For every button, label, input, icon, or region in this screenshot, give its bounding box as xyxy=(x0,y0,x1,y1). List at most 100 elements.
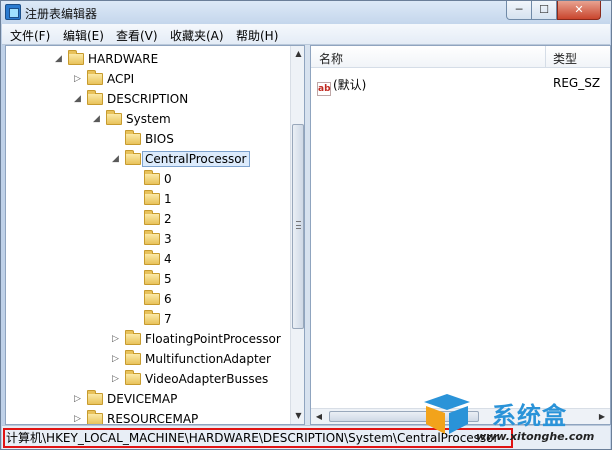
tree-node-label: 4 xyxy=(164,252,172,266)
watermark-name: 系统盒 xyxy=(492,402,567,430)
scroll-up-arrow-icon[interactable]: ▲ xyxy=(292,46,304,62)
tree-node[interactable]: ◢ System xyxy=(93,110,171,128)
column-type-header[interactable]: 类型 xyxy=(553,50,577,67)
tree-node[interactable]: ▷ DEVICEMAP xyxy=(74,390,178,408)
tree-node-label: 2 xyxy=(164,212,172,226)
tree-node[interactable]: ▷ VideoAdapterBusses xyxy=(112,370,269,388)
folder-icon xyxy=(144,250,160,265)
tree-node-label: FloatingPointProcessor xyxy=(145,332,281,346)
scroll-grip-icon xyxy=(296,221,301,229)
tree-node-label: HARDWARE xyxy=(88,52,159,66)
watermark: 系统盒 www.xitonghe.com xyxy=(420,392,612,450)
expand-arrow-icon[interactable]: ▷ xyxy=(112,353,121,365)
tree-node-label: VideoAdapterBusses xyxy=(145,372,269,386)
tree-node-label: 7 xyxy=(164,312,172,326)
tree-node[interactable]: 0 xyxy=(144,170,172,188)
scroll-left-arrow-icon[interactable]: ◀ xyxy=(312,410,326,423)
tree-node[interactable]: BIOS xyxy=(125,130,174,148)
menu-file[interactable]: 文件(F) xyxy=(10,27,50,44)
tree-node[interactable]: ▷ FloatingPointProcessor xyxy=(112,330,281,348)
folder-icon xyxy=(125,330,141,345)
registry-editor-window: 注册表编辑器 ─ ☐ ✕ 文件(F) 编辑(E) 查看(V) 收藏夹(A) 帮助… xyxy=(0,0,612,450)
menu-help[interactable]: 帮助(H) xyxy=(236,27,278,44)
tree-node-label: 3 xyxy=(164,232,172,246)
column-name-header[interactable]: 名称 xyxy=(319,50,343,67)
tree-node-label: 5 xyxy=(164,272,172,286)
expand-arrow-icon[interactable]: ▷ xyxy=(112,333,121,345)
expand-arrow-icon[interactable]: ▷ xyxy=(112,373,121,385)
folder-icon xyxy=(144,190,160,205)
tree-node[interactable]: ▷ MultifunctionAdapter xyxy=(112,350,271,368)
value-type: REG_SZ xyxy=(553,76,601,90)
close-button[interactable]: ✕ xyxy=(557,1,601,20)
folder-icon xyxy=(87,410,103,424)
collapse-arrow-icon[interactable]: ◢ xyxy=(93,113,102,125)
folder-icon xyxy=(87,70,103,85)
folder-icon xyxy=(68,50,84,65)
menu-favorites[interactable]: 收藏夹(A) xyxy=(170,27,224,44)
menu-edit[interactable]: 编辑(E) xyxy=(63,27,104,44)
folder-icon xyxy=(144,310,160,325)
tree-node[interactable]: ▷ RESOURCEMAP xyxy=(74,410,199,425)
folder-icon xyxy=(144,290,160,305)
folder-icon xyxy=(87,390,103,405)
folder-icon xyxy=(144,230,160,245)
title-bar[interactable]: 注册表编辑器 ─ ☐ ✕ xyxy=(1,1,611,24)
scroll-down-arrow-icon[interactable]: ▼ xyxy=(292,408,304,424)
tree-node-label: System xyxy=(126,112,171,126)
value-row-default[interactable]: ab (默认) REG_SZ xyxy=(317,76,600,96)
minimize-button[interactable]: ─ xyxy=(506,1,532,20)
collapse-arrow-icon[interactable]: ◢ xyxy=(74,93,83,105)
expand-arrow-icon[interactable]: ▷ xyxy=(74,73,83,85)
folder-icon xyxy=(144,270,160,285)
window-title: 注册表编辑器 xyxy=(25,7,98,21)
tree-node-label: BIOS xyxy=(145,132,174,146)
tree-node[interactable]: 5 xyxy=(144,270,172,288)
folder-icon xyxy=(144,170,160,185)
tree-node-label: DEVICEMAP xyxy=(107,392,178,406)
column-divider[interactable] xyxy=(545,46,546,68)
tree-node[interactable]: 3 xyxy=(144,230,172,248)
tree-node[interactable]: 6 xyxy=(144,290,172,308)
tree-node[interactable]: 4 xyxy=(144,250,172,268)
maximize-button[interactable]: ☐ xyxy=(531,1,557,20)
value-name: (默认) xyxy=(333,78,367,92)
expand-arrow-icon[interactable]: ▷ xyxy=(74,413,83,424)
folder-icon xyxy=(144,210,160,225)
value-list-pane[interactable]: 名称 类型 ab (默认) REG_SZ ◀ ▶ xyxy=(310,45,611,425)
tree-node-label: DESCRIPTION xyxy=(107,92,189,106)
menu-bar: 文件(F) 编辑(E) 查看(V) 收藏夹(A) 帮助(H) xyxy=(2,24,610,45)
tree-node-label: RESOURCEMAP xyxy=(107,412,199,425)
folder-icon xyxy=(125,350,141,365)
tree-node[interactable]: 1 xyxy=(144,190,172,208)
tree-node[interactable]: 2 xyxy=(144,210,172,228)
tree-node[interactable]: ◢ DESCRIPTION xyxy=(74,90,189,108)
tree-node-label: 6 xyxy=(164,292,172,306)
tree-vertical-scrollbar[interactable]: ▲ ▼ xyxy=(290,46,304,424)
folder-icon xyxy=(125,130,141,145)
folder-icon xyxy=(125,370,141,385)
folder-icon xyxy=(106,110,122,125)
watermark-logo-icon xyxy=(424,394,470,434)
column-header: 名称 类型 xyxy=(311,46,610,68)
tree-node-label: 0 xyxy=(164,172,172,186)
expand-arrow-icon[interactable]: ▷ xyxy=(74,393,83,405)
tree-node[interactable]: ◢ HARDWARE xyxy=(55,50,159,68)
menu-view[interactable]: 查看(V) xyxy=(116,27,158,44)
tree-node[interactable]: 7 xyxy=(144,310,172,328)
watermark-url: www.xitonghe.com xyxy=(476,430,595,443)
regedit-app-icon xyxy=(5,4,21,20)
tree-node-label: MultifunctionAdapter xyxy=(145,352,271,366)
key-tree-pane[interactable]: ◢ HARDWARE ▷ ACPI ◢ DESCRIPTION ◢ System BIOS ◢ Ce… xyxy=(5,45,305,425)
tree-node-label: CentralProcessor xyxy=(142,151,250,167)
tree-scroll-thumb[interactable] xyxy=(292,124,304,329)
folder-icon xyxy=(125,150,141,165)
tree-node-label: 1 xyxy=(164,192,172,206)
collapse-arrow-icon[interactable]: ◢ xyxy=(112,153,121,165)
tree-node[interactable]: ▷ ACPI xyxy=(74,70,135,88)
collapse-arrow-icon[interactable]: ◢ xyxy=(55,53,64,65)
string-value-icon: ab xyxy=(317,82,331,96)
folder-icon xyxy=(87,90,103,105)
tree-node[interactable]: ◢ CentralProcessor xyxy=(112,150,250,168)
tree-node-label: ACPI xyxy=(107,72,135,86)
